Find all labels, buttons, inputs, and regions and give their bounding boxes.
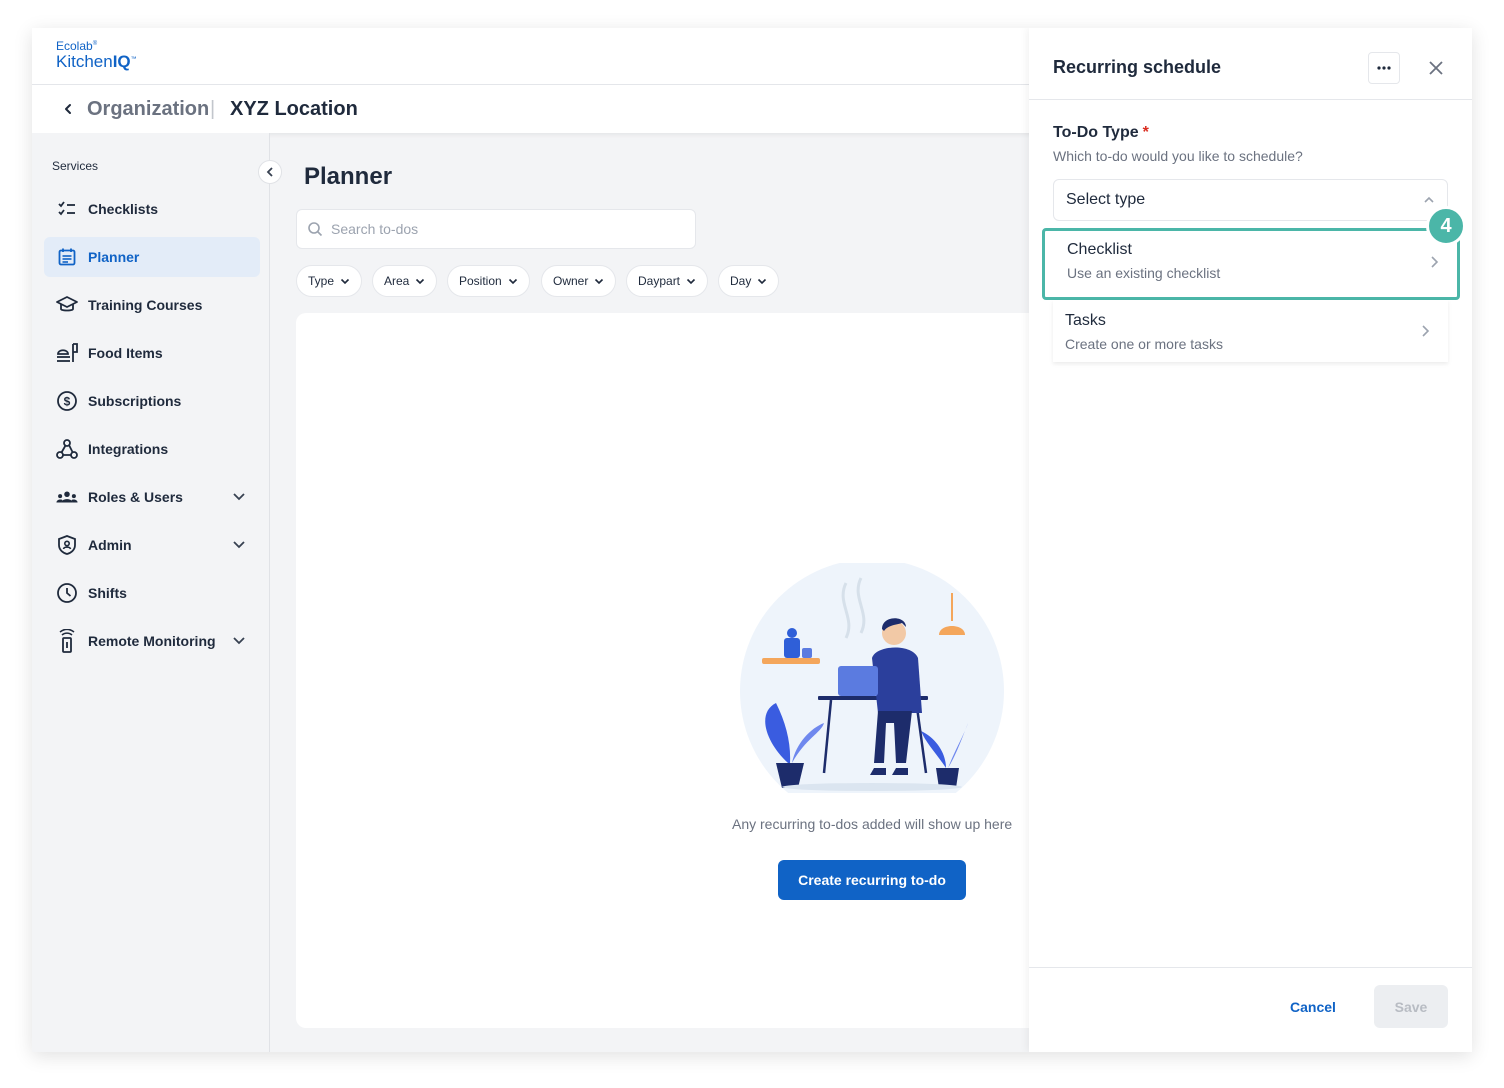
- sidebar-item-label: Food Items: [88, 345, 163, 361]
- food-items-icon: [56, 342, 78, 364]
- breadcrumb-separator: |: [210, 98, 216, 120]
- drawer-title: Recurring schedule: [1053, 57, 1222, 77]
- breadcrumb-location: XYZ Location: [230, 98, 358, 120]
- users-icon: [56, 486, 78, 508]
- sidebar-item-subscriptions[interactable]: $ Subscriptions: [44, 381, 260, 421]
- drawer-footer: Cancel Save: [1029, 967, 1472, 1052]
- filter-position[interactable]: Position: [447, 265, 530, 297]
- recurring-schedule-drawer: Recurring schedule To-Do Type * Which to-…: [1029, 28, 1472, 1052]
- search-input[interactable]: [331, 221, 671, 237]
- chevron-down-icon[interactable]: [232, 489, 246, 503]
- todo-type-label: To-Do Type *: [1053, 124, 1149, 142]
- step-badge: 4: [1426, 206, 1466, 246]
- option-tasks[interactable]: Tasks Create one or more tasks: [1053, 300, 1448, 362]
- filter-area[interactable]: Area: [372, 265, 438, 297]
- sidebar-section-label: Services: [52, 159, 99, 173]
- planner-content-card: [296, 313, 1056, 1028]
- search-box[interactable]: [296, 209, 696, 249]
- sidebar-item-roles-users[interactable]: Roles & Users: [44, 477, 260, 517]
- option-checklist[interactable]: Checklist Use an existing checklist: [1042, 228, 1460, 300]
- option-subtitle: Create one or more tasks: [1065, 336, 1223, 352]
- filter-label: Area: [384, 274, 410, 288]
- sidebar-item-label: Admin: [88, 537, 132, 553]
- sidebar-item-integrations[interactable]: Integrations: [44, 429, 260, 469]
- sidebar-item-admin[interactable]: Admin: [44, 525, 260, 565]
- chevron-left-icon: [266, 167, 273, 177]
- breadcrumb-organization[interactable]: Organization: [87, 97, 209, 121]
- chevron-down-icon[interactable]: [232, 537, 246, 551]
- filter-daypart[interactable]: Daypart: [626, 265, 709, 297]
- chevron-down-icon: [508, 278, 517, 285]
- filter-day[interactable]: Day: [718, 265, 780, 297]
- sidebar-item-label: Roles & Users: [88, 489, 183, 505]
- sidebar-item-label: Planner: [88, 249, 140, 265]
- cancel-button[interactable]: Cancel: [1277, 997, 1349, 1017]
- sidebar-item-shifts[interactable]: Shifts: [44, 573, 260, 613]
- todo-type-select[interactable]: Select type: [1053, 179, 1448, 221]
- sidebar-item-label: Training Courses: [88, 297, 203, 313]
- logo-brand-text: Ecolab: [56, 39, 93, 53]
- field-label-text: To-Do Type: [1053, 124, 1139, 141]
- page-title: Planner: [304, 163, 393, 190]
- chevron-down-icon: [595, 278, 604, 285]
- sidebar: Services Checklists Planner Training Cou…: [32, 133, 270, 1052]
- chevron-right-icon: [1431, 256, 1439, 268]
- option-title: Tasks: [1065, 312, 1106, 329]
- create-recurring-todo-button[interactable]: Create recurring to-do: [778, 860, 966, 900]
- sensor-icon: [56, 629, 78, 653]
- collapse-sidebar-button[interactable]: [258, 160, 282, 184]
- chevron-down-icon: [686, 278, 696, 285]
- svg-text:$: $: [64, 395, 71, 409]
- close-icon: [1429, 61, 1443, 75]
- clock-icon: [56, 582, 78, 604]
- logo-product-text: Kitchen: [56, 52, 113, 71]
- dollar-circle-icon: $: [56, 390, 78, 412]
- search-icon: [308, 222, 323, 237]
- app-window: Ecolab® KitchenIQ™ Organization | XYZ Lo…: [32, 28, 1472, 1052]
- more-options-button[interactable]: [1368, 52, 1400, 84]
- close-button[interactable]: [1424, 56, 1448, 80]
- sidebar-item-label: Checklists: [88, 201, 159, 217]
- todo-type-help: Which to-do would you like to schedule?: [1053, 148, 1303, 164]
- empty-state-text: Any recurring to-dos added will show up …: [732, 816, 1013, 832]
- save-button[interactable]: Save: [1374, 985, 1448, 1028]
- sidebar-item-label: Shifts: [88, 585, 127, 601]
- chevron-right-icon: [1422, 325, 1430, 337]
- sidebar-item-label: Subscriptions: [88, 393, 182, 409]
- drawer-header: Recurring schedule: [1029, 28, 1472, 100]
- filter-type[interactable]: Type: [296, 265, 363, 297]
- sidebar-item-food-items[interactable]: Food Items: [44, 333, 260, 373]
- chevron-down-icon: [758, 278, 767, 285]
- chevron-down-icon: [416, 278, 425, 285]
- empty-state-illustration: [740, 563, 1004, 793]
- sidebar-item-remote-monitoring[interactable]: Remote Monitoring: [44, 621, 260, 661]
- kitcheniq-logo[interactable]: Ecolab® KitchenIQ™: [56, 40, 137, 70]
- filter-label: Owner: [553, 274, 589, 288]
- sidebar-item-checklists[interactable]: Checklists: [44, 189, 260, 229]
- checklist-icon: [56, 198, 78, 220]
- select-placeholder: Select type: [1066, 191, 1146, 208]
- logo-product-suffix: IQ: [112, 52, 131, 71]
- webhook-icon: [56, 438, 78, 460]
- filter-label: Type: [308, 274, 335, 288]
- calendar-icon: [56, 246, 78, 268]
- sidebar-item-label: Integrations: [88, 441, 169, 457]
- back-chevron-icon[interactable]: [62, 97, 82, 121]
- chevron-up-icon: [1424, 196, 1434, 203]
- chevron-down-icon: [340, 278, 350, 285]
- more-horizontal-icon: [1377, 66, 1391, 70]
- sidebar-item-label: Remote Monitoring: [88, 633, 216, 649]
- sidebar-item-training-courses[interactable]: Training Courses: [44, 285, 260, 325]
- shield-icon: [56, 534, 78, 556]
- filter-owner[interactable]: Owner: [541, 265, 617, 297]
- required-mark: *: [1142, 124, 1149, 141]
- option-title: Checklist: [1067, 241, 1132, 258]
- filter-label: Daypart: [638, 274, 681, 288]
- graduation-cap-icon: [56, 294, 78, 316]
- filter-label: Day: [730, 274, 752, 288]
- sidebar-item-planner[interactable]: Planner: [44, 237, 260, 277]
- option-subtitle: Use an existing checklist: [1067, 265, 1221, 281]
- chevron-down-icon[interactable]: [232, 633, 246, 647]
- filter-label: Position: [459, 274, 502, 288]
